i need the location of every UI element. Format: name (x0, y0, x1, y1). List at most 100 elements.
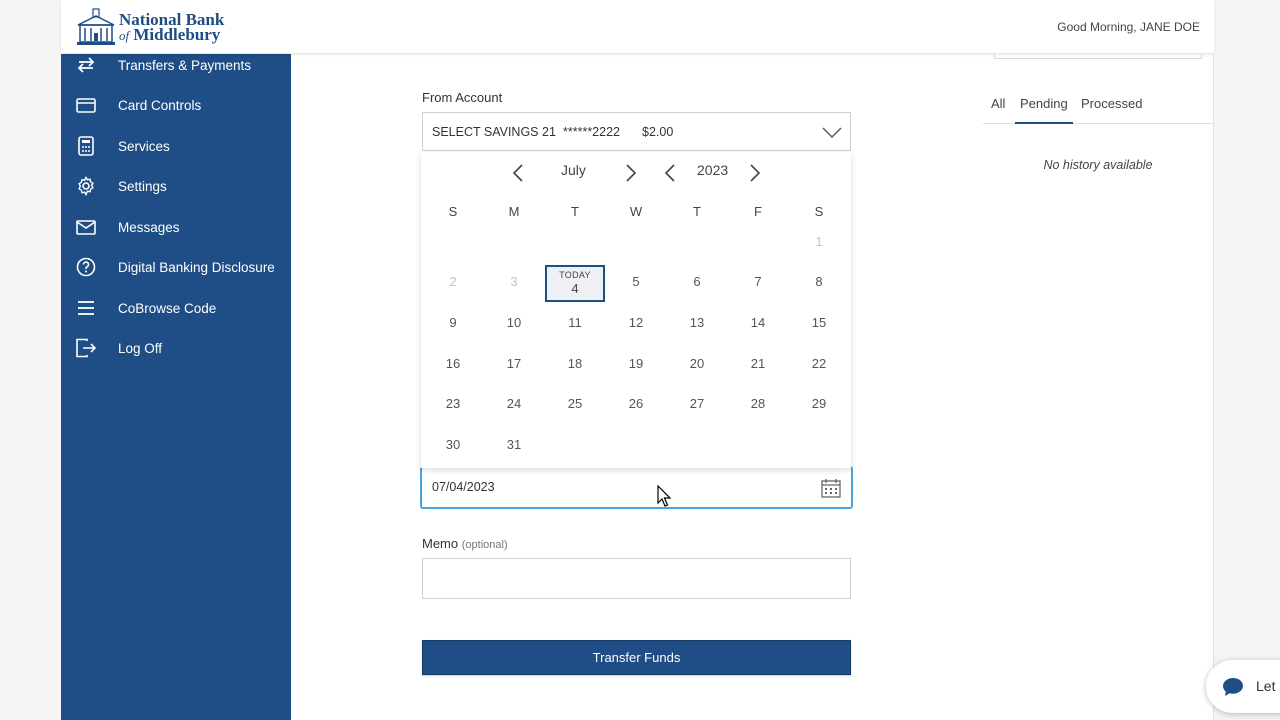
hamburger-icon (75, 298, 97, 318)
calendar-day[interactable]: 15 (799, 311, 839, 335)
calendar-month: July (561, 162, 586, 178)
bank-name: National Bank of Middlebury (119, 11, 224, 44)
from-account-number: ******2222 (563, 125, 620, 139)
weekday-header: T (693, 204, 701, 219)
right-panel-box (994, 54, 1202, 59)
sidebar-item-label: Card Controls (118, 97, 202, 113)
sidebar-item-logoff[interactable]: Log Off (61, 331, 291, 365)
calendar-day[interactable]: 27 (677, 392, 717, 416)
memo-input[interactable] (422, 558, 851, 599)
transfer-date-value: 07/04/2023 (432, 480, 495, 494)
sidebar-item-cobrowse[interactable]: CoBrowse Code (61, 291, 291, 325)
calendar-day[interactable]: 11 (555, 311, 595, 335)
card-icon (75, 95, 97, 115)
next-month-button[interactable] (624, 163, 638, 183)
calendar-day: 2 (449, 274, 457, 289)
history-tabs: All Pending Processed (983, 96, 1213, 124)
chat-label: Let (1256, 678, 1276, 694)
chat-bubble-icon (1223, 678, 1243, 696)
prev-month-button[interactable] (511, 163, 525, 183)
weekday-header: S (448, 204, 458, 219)
calendar-day[interactable]: 10 (494, 311, 534, 335)
calendar-day[interactable]: 30 (433, 433, 473, 457)
logout-icon (75, 338, 97, 358)
weekday-header: W (629, 204, 643, 219)
calendar-day[interactable]: 8 (799, 270, 839, 294)
envelope-icon (75, 217, 97, 237)
calendar-day[interactable]: 23 (433, 392, 473, 416)
calendar-icon[interactable] (821, 478, 841, 498)
calendar-day[interactable]: 5 (616, 270, 656, 294)
sidebar-item-disclosure[interactable]: Digital Banking Disclosure (61, 250, 291, 284)
calendar-day[interactable]: 24 (494, 392, 534, 416)
prev-year-button[interactable] (663, 163, 677, 183)
sidebar-item-card-controls[interactable]: Card Controls (61, 88, 291, 122)
calendar-day[interactable]: 9 (433, 311, 473, 335)
calendar-day[interactable]: 13 (677, 311, 717, 335)
transfer-date-input[interactable]: 07/04/2023 (420, 466, 853, 509)
calendar-day: 3 (510, 274, 518, 289)
calendar-day[interactable]: 28 (738, 392, 778, 416)
weekday-header: F (754, 204, 762, 219)
sidebar-item-label: Log Off (118, 340, 163, 356)
calendar-day[interactable]: 17 (494, 352, 534, 376)
bank-name-of: of (119, 27, 130, 43)
chevron-down-icon (822, 127, 842, 138)
calculator-icon (75, 136, 97, 156)
bank-name-town: Middlebury (133, 24, 221, 44)
sidebar-item-label: Digital Banking Disclosure (118, 259, 275, 275)
weekday-header: M (508, 204, 520, 219)
user-greeting[interactable]: Good Morning, JANE DOE (1057, 20, 1200, 34)
calendar-day[interactable]: 20 (677, 352, 717, 376)
today-day: 4 (571, 281, 579, 296)
calendar-day-today[interactable]: TODAY 4 (545, 265, 605, 302)
from-account-label: From Account (422, 90, 503, 105)
memo-label-text: Memo (422, 536, 459, 551)
calendar-day: 1 (815, 234, 823, 249)
sidebar-item-label: Services (118, 138, 170, 154)
calendar-day[interactable]: 22 (799, 352, 839, 376)
weekday-header: S (814, 204, 824, 219)
memo-optional-hint: (optional) (461, 539, 508, 551)
transfer-arrows-icon (75, 55, 97, 75)
sidebar-item-label: Transfers & Payments (118, 57, 252, 73)
sidebar: Transfers & Payments Card Controls Servi… (61, 54, 291, 720)
calendar-day[interactable]: 14 (738, 311, 778, 335)
calendar-day[interactable]: 19 (616, 352, 656, 376)
calendar-day[interactable]: 7 (738, 270, 778, 294)
calendar-day[interactable]: 12 (616, 311, 656, 335)
tab-pending[interactable]: Pending (1015, 96, 1073, 124)
question-circle-icon (75, 257, 97, 277)
calendar-day[interactable]: 18 (555, 352, 595, 376)
from-account-name: SELECT SAVINGS 21 (432, 125, 556, 139)
calendar-day[interactable]: 21 (738, 352, 778, 376)
chat-widget[interactable]: Let (1206, 660, 1280, 713)
calendar-day[interactable]: 29 (799, 392, 839, 416)
calendar-day[interactable]: 25 (555, 392, 595, 416)
bank-logo[interactable]: National Bank of Middlebury (75, 8, 224, 46)
from-account-balance: $2.00 (642, 125, 674, 139)
sidebar-item-label: Messages (118, 219, 180, 235)
from-account-select[interactable]: SELECT SAVINGS 21 ******2222 $2.00 (422, 112, 851, 151)
calendar-day[interactable]: 31 (494, 433, 534, 457)
next-year-button[interactable] (748, 163, 762, 183)
calendar-day[interactable]: 26 (616, 392, 656, 416)
tab-processed[interactable]: Processed (1081, 96, 1142, 124)
transfer-funds-button[interactable]: Transfer Funds (422, 640, 851, 675)
sidebar-item-messages[interactable]: Messages (61, 210, 291, 244)
bank-building-icon (77, 8, 115, 45)
sidebar-item-settings[interactable]: Settings (61, 169, 291, 203)
date-picker-calendar: July 2023 S M T W T F S 1 2 3 TODAY 4 5 … (421, 152, 851, 468)
tab-all[interactable]: All (991, 96, 1005, 124)
calendar-year: 2023 (697, 162, 729, 178)
sidebar-item-services[interactable]: Services (61, 129, 291, 163)
gear-icon (75, 176, 97, 196)
mouse-cursor-icon (657, 485, 671, 507)
calendar-day[interactable]: 16 (433, 352, 473, 376)
weekday-header: T (571, 204, 579, 219)
sidebar-item-label: Settings (118, 178, 167, 194)
no-history-message: No history available (1043, 158, 1153, 172)
bank-name-line2: of Middlebury (119, 24, 224, 44)
sidebar-item-label: CoBrowse Code (118, 300, 217, 316)
calendar-day[interactable]: 6 (677, 270, 717, 294)
